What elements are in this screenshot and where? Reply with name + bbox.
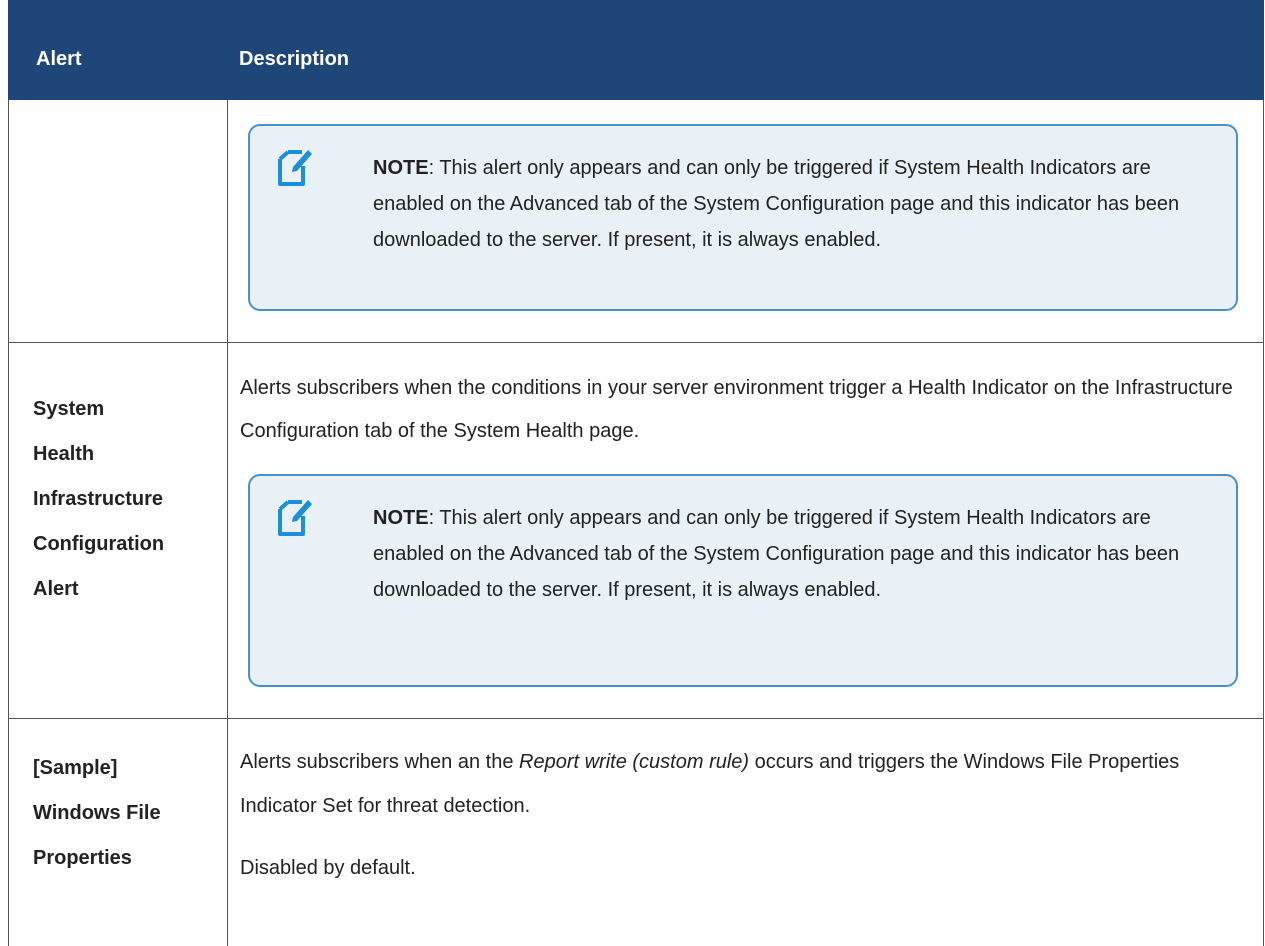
description-paragraph: Alerts subscribers when an the Report wr… bbox=[240, 740, 1240, 828]
alert-name-windows-file-properties: [Sample] Windows File Properties bbox=[33, 746, 213, 881]
note-body: : This alert only appears and can only b… bbox=[373, 157, 1180, 251]
note-text: NOTE: This alert only appears and can on… bbox=[373, 500, 1203, 608]
column-divider bbox=[227, 100, 228, 946]
note-box: NOTE: This alert only appears and can on… bbox=[248, 124, 1238, 311]
note-edit-icon bbox=[278, 150, 312, 186]
row-divider bbox=[8, 718, 1264, 719]
alert-name-line: Configuration bbox=[33, 533, 165, 555]
description-text: Alerts subscribers when an the bbox=[240, 751, 520, 773]
row-divider bbox=[8, 342, 1264, 343]
header-alert: Alert bbox=[36, 48, 82, 70]
alert-name-line: [Sample] bbox=[33, 757, 118, 779]
note-body: : This alert only appears and can only b… bbox=[373, 507, 1180, 601]
alerts-table: Alert Description NOTE: This alert only … bbox=[8, 0, 1264, 946]
note-label: NOTE bbox=[373, 507, 429, 529]
table-border-left bbox=[8, 100, 9, 946]
note-text: NOTE: This alert only appears and can on… bbox=[373, 150, 1203, 258]
alert-description: Alerts subscribers when an the Report wr… bbox=[240, 740, 1240, 890]
alert-description: Alerts subscribers when the conditions i… bbox=[240, 377, 1233, 442]
alert-name-line: Infrastructure bbox=[33, 488, 164, 510]
alert-name-line: System bbox=[33, 398, 105, 420]
header-description: Description bbox=[239, 48, 350, 70]
alert-name-line: Properties bbox=[33, 847, 132, 869]
note-edit-icon bbox=[278, 500, 312, 536]
alert-name-line: Alert bbox=[33, 578, 79, 600]
table-border-right bbox=[1263, 100, 1264, 946]
note-label: NOTE bbox=[373, 157, 429, 179]
alert-name-line: Windows File bbox=[33, 802, 161, 824]
note-box: NOTE: This alert only appears and can on… bbox=[248, 474, 1238, 687]
default-status: Disabled by default. bbox=[240, 857, 416, 879]
alert-name-system-health: System Health Infrastructure Configurati… bbox=[33, 387, 213, 612]
rule-name: Report write (custom rule) bbox=[519, 751, 750, 773]
alert-name-line: Health bbox=[33, 443, 95, 465]
table-header: Alert Description bbox=[8, 0, 1264, 100]
